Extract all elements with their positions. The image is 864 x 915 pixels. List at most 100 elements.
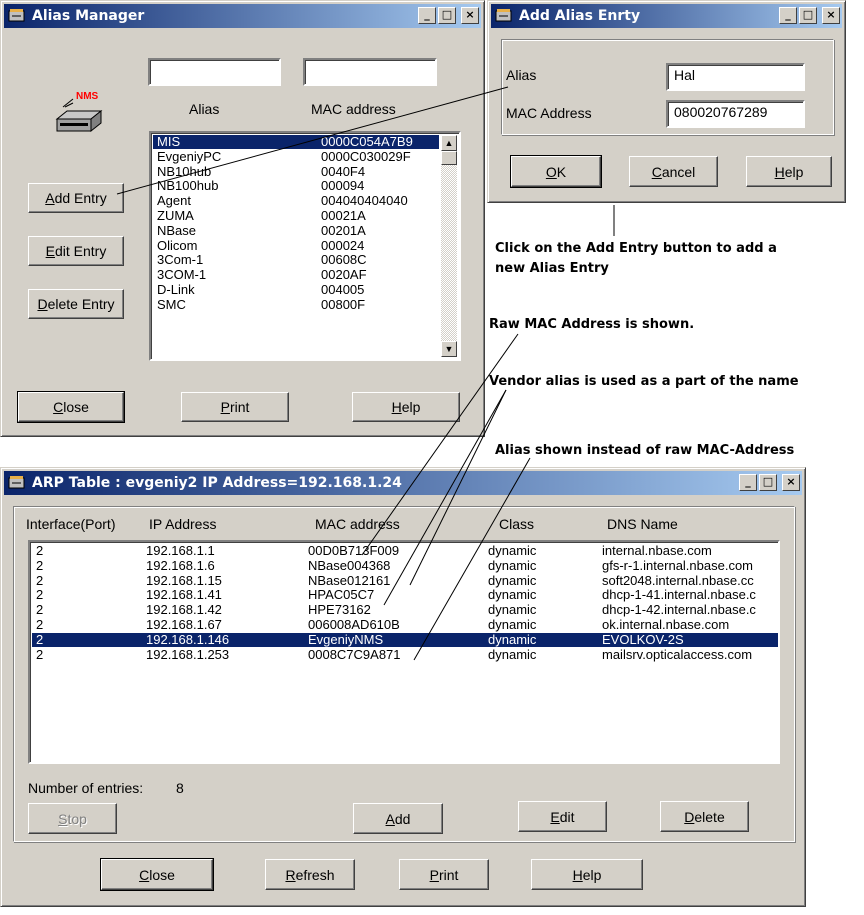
col-header-dns: DNS Name (607, 516, 678, 532)
help-button[interactable]: Help (352, 392, 460, 422)
alias-label: Alias (506, 67, 537, 83)
delete-entry-button[interactable]: Delete Entry (28, 289, 124, 319)
cancel-button[interactable]: Cancel (629, 156, 718, 187)
table-row[interactable]: 2 192.168.1.42 HPE73162 dynamic dhcp-1-42.in… (32, 603, 778, 617)
alias-cell: NB10hub (157, 163, 212, 179)
window-title: Add Alias Enrty (519, 8, 641, 24)
list-item[interactable]: Agent 004040404040 (153, 194, 439, 208)
list-item[interactable]: MIS 0000C054A7B9 (153, 135, 439, 149)
class-cell: dynamic (488, 602, 537, 618)
list-item[interactable]: 3COM-1 0020AF (153, 268, 439, 282)
mac-input[interactable] (303, 58, 437, 86)
maximize-icon[interactable]: □ (799, 7, 817, 24)
help-mnemonic: H (774, 163, 785, 180)
table-row[interactable]: 2 192.168.1.15 NBase012161 dynamic soft2048.… (32, 572, 778, 588)
add-mnemonic: A (385, 810, 395, 827)
mac-cell: 0008C7C9A871 (308, 646, 401, 662)
scroll-up-icon[interactable]: ▲ (441, 135, 457, 151)
mac-cell: 00D0B713F009 (308, 543, 400, 558)
close-icon[interactable]: × (461, 7, 479, 24)
ip-cell: 192.168.1.67 (146, 617, 222, 632)
print-button[interactable]: Print (399, 859, 489, 890)
add-entry-mnemonic: A (45, 190, 55, 206)
add-alias-window: Add Alias Enrty _ □ × Alias Hal MAC Addr… (487, 0, 846, 203)
list-item[interactable]: NB10hub 0040F4 (153, 163, 439, 179)
help-button[interactable]: Help (746, 156, 832, 187)
list-item[interactable]: ZUMA 00021A (153, 209, 439, 223)
help-button[interactable]: Help (531, 859, 643, 890)
table-row[interactable]: 2 192.168.1.146 EvgeniyNMS dynamic EVOLKOV-2… (32, 632, 778, 647)
alias-list[interactable]: MIS 0000C054A7B9 EvgeniyPC 0000C030029F NB10… (149, 131, 461, 361)
delete-entry-post: elete Entry (47, 296, 115, 312)
minimize-icon[interactable]: _ (739, 474, 757, 491)
class-cell: dynamic (488, 646, 537, 662)
list-item[interactable]: 3Com-1 00608C (153, 253, 439, 267)
table-row[interactable]: 2 192.168.1.253 0008C7C9A871 dynamic mailsrv… (32, 646, 778, 662)
mac-cell: 00021A (321, 208, 366, 223)
add-post: dd (394, 810, 411, 827)
alias-field[interactable]: Hal (666, 63, 805, 91)
maximize-icon[interactable]: □ (438, 7, 456, 24)
stop-mnemonic: S (58, 810, 68, 827)
edit-entry-button[interactable]: Edit Entry (28, 236, 124, 266)
stop-button[interactable]: Stop (28, 803, 117, 834)
list-item[interactable]: EvgeniyPC 0000C030029F (153, 148, 439, 164)
mac-cell: 0000C030029F (321, 148, 411, 164)
add-entry-button[interactable]: Add Entry (28, 183, 124, 213)
mac-cell: 004005 (321, 282, 365, 297)
app-window-icon (495, 9, 512, 22)
close-icon[interactable]: × (822, 7, 840, 24)
close-button[interactable]: Close (100, 858, 214, 891)
alias-input[interactable] (148, 58, 281, 86)
close-mnemonic: C (53, 399, 64, 415)
table-row[interactable]: 2 192.168.1.67 006008AD610B dynamic ok.inter… (32, 618, 778, 632)
alias-cell: EvgeniyPC (157, 148, 222, 164)
app-window-icon (8, 9, 25, 22)
annotation-add-entry-line1: Click on the Add Entry button to add a (495, 241, 777, 256)
delete-button[interactable]: Delete (660, 801, 749, 832)
list-item[interactable]: SMC 00800F (153, 296, 439, 312)
edit-entry-mnemonic: E (45, 243, 55, 259)
entries-label: Number of entries: (28, 780, 144, 796)
close-button[interactable]: Close (17, 391, 125, 423)
alias-manager-window: Alias Manager _ □ × NMS Alias MAC addres… (0, 0, 485, 437)
arp-table-window: ARP Table : evgeniy2 IP Address=192.168.… (0, 467, 806, 907)
arp-table-titlebar[interactable]: ARP Table : evgeniy2 IP Address=192.168.… (4, 471, 802, 495)
dns-cell: internal.nbase.com (602, 544, 712, 558)
alias-manager-titlebar[interactable]: Alias Manager _ □ × (4, 4, 481, 28)
alias-list-scrollbar[interactable]: ▲ ▼ (441, 135, 457, 357)
minimize-icon[interactable]: _ (418, 7, 436, 24)
table-row[interactable]: 2 192.168.1.41 HPAC05C7 dynamic dhcp-1-41.in… (32, 588, 778, 602)
refresh-button[interactable]: Refresh (265, 859, 355, 890)
list-item[interactable]: Olicom 000024 (153, 238, 439, 253)
list-item[interactable]: NB100hub 000094 (153, 179, 439, 193)
col-header-port: Interface(Port) (26, 516, 116, 532)
port-cell: 2 (36, 572, 44, 588)
alias-cell: SMC (157, 296, 186, 312)
arp-list[interactable]: 2 192.168.1.1 00D0B713F009 dynamic internal.… (28, 540, 780, 764)
dns-cell: gfs-r-1.internal.nbase.com (602, 558, 754, 573)
ok-button[interactable]: OK (510, 155, 602, 188)
edit-post: dit (559, 808, 575, 825)
close-mnemonic: C (139, 866, 150, 883)
print-button[interactable]: Print (181, 392, 289, 422)
add-button[interactable]: Add (353, 803, 443, 834)
scroll-thumb[interactable] (441, 151, 457, 165)
list-item[interactable]: D-Link 004005 (153, 283, 439, 297)
mac-address-field[interactable]: 080020767289 (666, 100, 805, 128)
alias-cell: MIS (157, 134, 181, 149)
add-alias-titlebar[interactable]: Add Alias Enrty _ □ × (491, 4, 842, 28)
table-row[interactable]: 2 192.168.1.6 NBase004368 dynamic gfs-r-1.in… (32, 558, 778, 573)
alias-column-label: Alias (189, 101, 220, 117)
close-icon[interactable]: × (782, 474, 800, 491)
list-item[interactable]: NBase 00201A (153, 223, 439, 238)
cancel-mnemonic: C (651, 163, 662, 180)
scroll-down-icon[interactable]: ▼ (441, 341, 457, 357)
minimize-icon[interactable]: _ (779, 7, 797, 24)
port-cell: 2 (36, 646, 44, 662)
close-post: lose (149, 866, 175, 883)
mac-cell: 0040F4 (321, 163, 366, 179)
edit-button[interactable]: Edit (518, 801, 607, 832)
table-row[interactable]: 2 192.168.1.1 00D0B713F009 dynamic internal.… (32, 544, 778, 558)
maximize-icon[interactable]: □ (759, 474, 777, 491)
